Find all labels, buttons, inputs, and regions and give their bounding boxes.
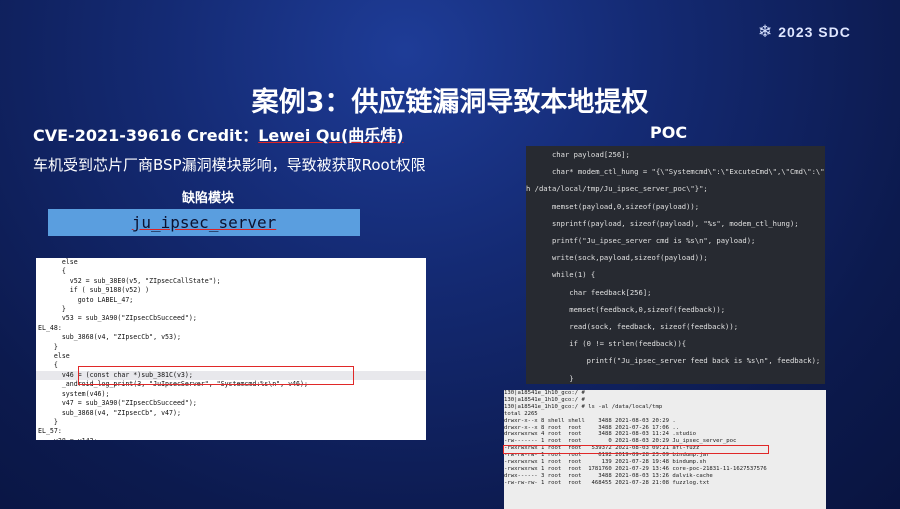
code-line: EL_48: [38,323,62,332]
terminal-line: -rwxrwxrwx 1 root root 139 2021-07-28 19… [504,459,707,466]
poc-code-line: } [526,373,574,383]
poc-code-line: memset(feedback,0,sizeof(feedback)); [526,304,726,314]
code-line: v53 = sub_3A90("ZIpsecCbSucceed"); [38,314,197,323]
code-line: sub_3868(v4, "ZIpsecCb", v53); [38,333,181,342]
poc-code-line: write(sock,payload,sizeof(payload)); [526,253,708,263]
code-line: system(v46); [38,389,110,398]
poc-code-line: char payload[256]; [526,150,630,159]
terminal-line: 130|a18541e_1h10_gco:/ # [504,390,585,396]
terminal-line: total 2265 [504,410,538,417]
code-line: { [38,267,66,276]
code-line: v38 = v142; [36,437,426,440]
poc-code-line: snprintf(payload, sizeof(payload), "%s",… [526,218,799,228]
poc-code-line: h /data/local/tmp/Ju_ipsec_server_poc\"}… [526,184,708,194]
code-line: } [38,417,58,426]
terminal-line: drwxr-x--x 8 shell shell 3488 2021-08-03… [504,417,676,424]
code-line: } [38,305,66,314]
cve-id: CVE-2021-39616 Credit： [33,126,259,145]
terminal-line: -rwxrwxrwx 1 root root 1781760 2021-07-2… [504,465,767,472]
terminal-line: 130|a18541e_1h10_gco:/ # ls -al /data/lo… [504,403,663,410]
poc-label: POC [650,123,688,142]
vuln-description: 车机受到芯片厂商BSP漏洞模块影响，导致被获取Root权限 [33,156,426,174]
sdc-brand: ❄ 2023 SDC [758,22,851,42]
terminal-line: drwxr-x--x 8 root root 3488 2021-07-26 1… [504,424,680,431]
terminal-line: drwxrwxrwx 4 root root 3488 2021-08-03 1… [504,431,696,438]
poc-code-panel: char payload[256]; char* modem_ctl_hung … [526,146,825,384]
highlight-box-system-call [78,366,354,385]
code-line: if ( sub_9188(v52) ) [38,286,150,295]
decompiled-code-panel: else { v52 = sub_38E0(v5, "ZIpsecCallSta… [36,258,426,440]
poc-code-line: memset(payload,0,sizeof(payload)); [526,201,700,211]
snowflake-icon: ❄ [758,22,773,42]
poc-code-line: printf("Ju_ipsec_server cmd is %s\n", pa… [526,236,756,246]
brand-text: 2023 SDC [778,24,851,40]
code-line: EL_57: [38,427,62,436]
code-line: sub_3868(v4, "ZIpsecCb", v47); [38,408,181,417]
poc-code-line: char* modem_ctl_hung = "{\"Systemcmd\":\… [526,167,825,177]
poc-code-line: printf("Ju_ipsec_server feed back is %s\… [526,356,821,366]
defect-module-label: 缺陷模块 [182,191,235,206]
defect-module-bar: ju_ipsec_server [48,209,360,236]
cve-line: CVE-2021-39616 Credit：Lewei Qu(曲乐炜) [33,122,404,146]
code-line: v47 = sub_3A90("ZIpsecCbSucceed"); [38,399,197,408]
terminal-line: -rw-rw-rw- 1 root root 468455 2021-07-28… [504,479,710,486]
poc-code-line: if (0 != strlen(feedback)){ [526,339,687,349]
poc-code-line: while(1) { [526,270,596,280]
module-name: ju_ipsec_server [131,213,277,232]
cve-credit: Lewei Qu(曲乐炜) [258,126,404,145]
code-line: else [38,352,70,361]
code-line: else [38,258,78,266]
slide-title: 案例3：供应链漏洞导致本地提权 [251,87,649,118]
terminal-line: 130|a18541e_1h10_gco:/ # [504,396,585,403]
highlight-box-poc-file [503,445,769,454]
code-line: } [38,342,58,351]
terminal-line: drwx------ 3 root root 3488 2021-08-03 1… [504,472,713,479]
code-line: goto LABEL_47; [38,295,134,304]
poc-code-line: read(sock, feedback, sizeof(feedback)); [526,322,739,332]
poc-code-line: char feedback[256]; [526,287,652,297]
code-line: v52 = sub_38E0(v5, "ZIpsecCallState"); [38,276,221,285]
